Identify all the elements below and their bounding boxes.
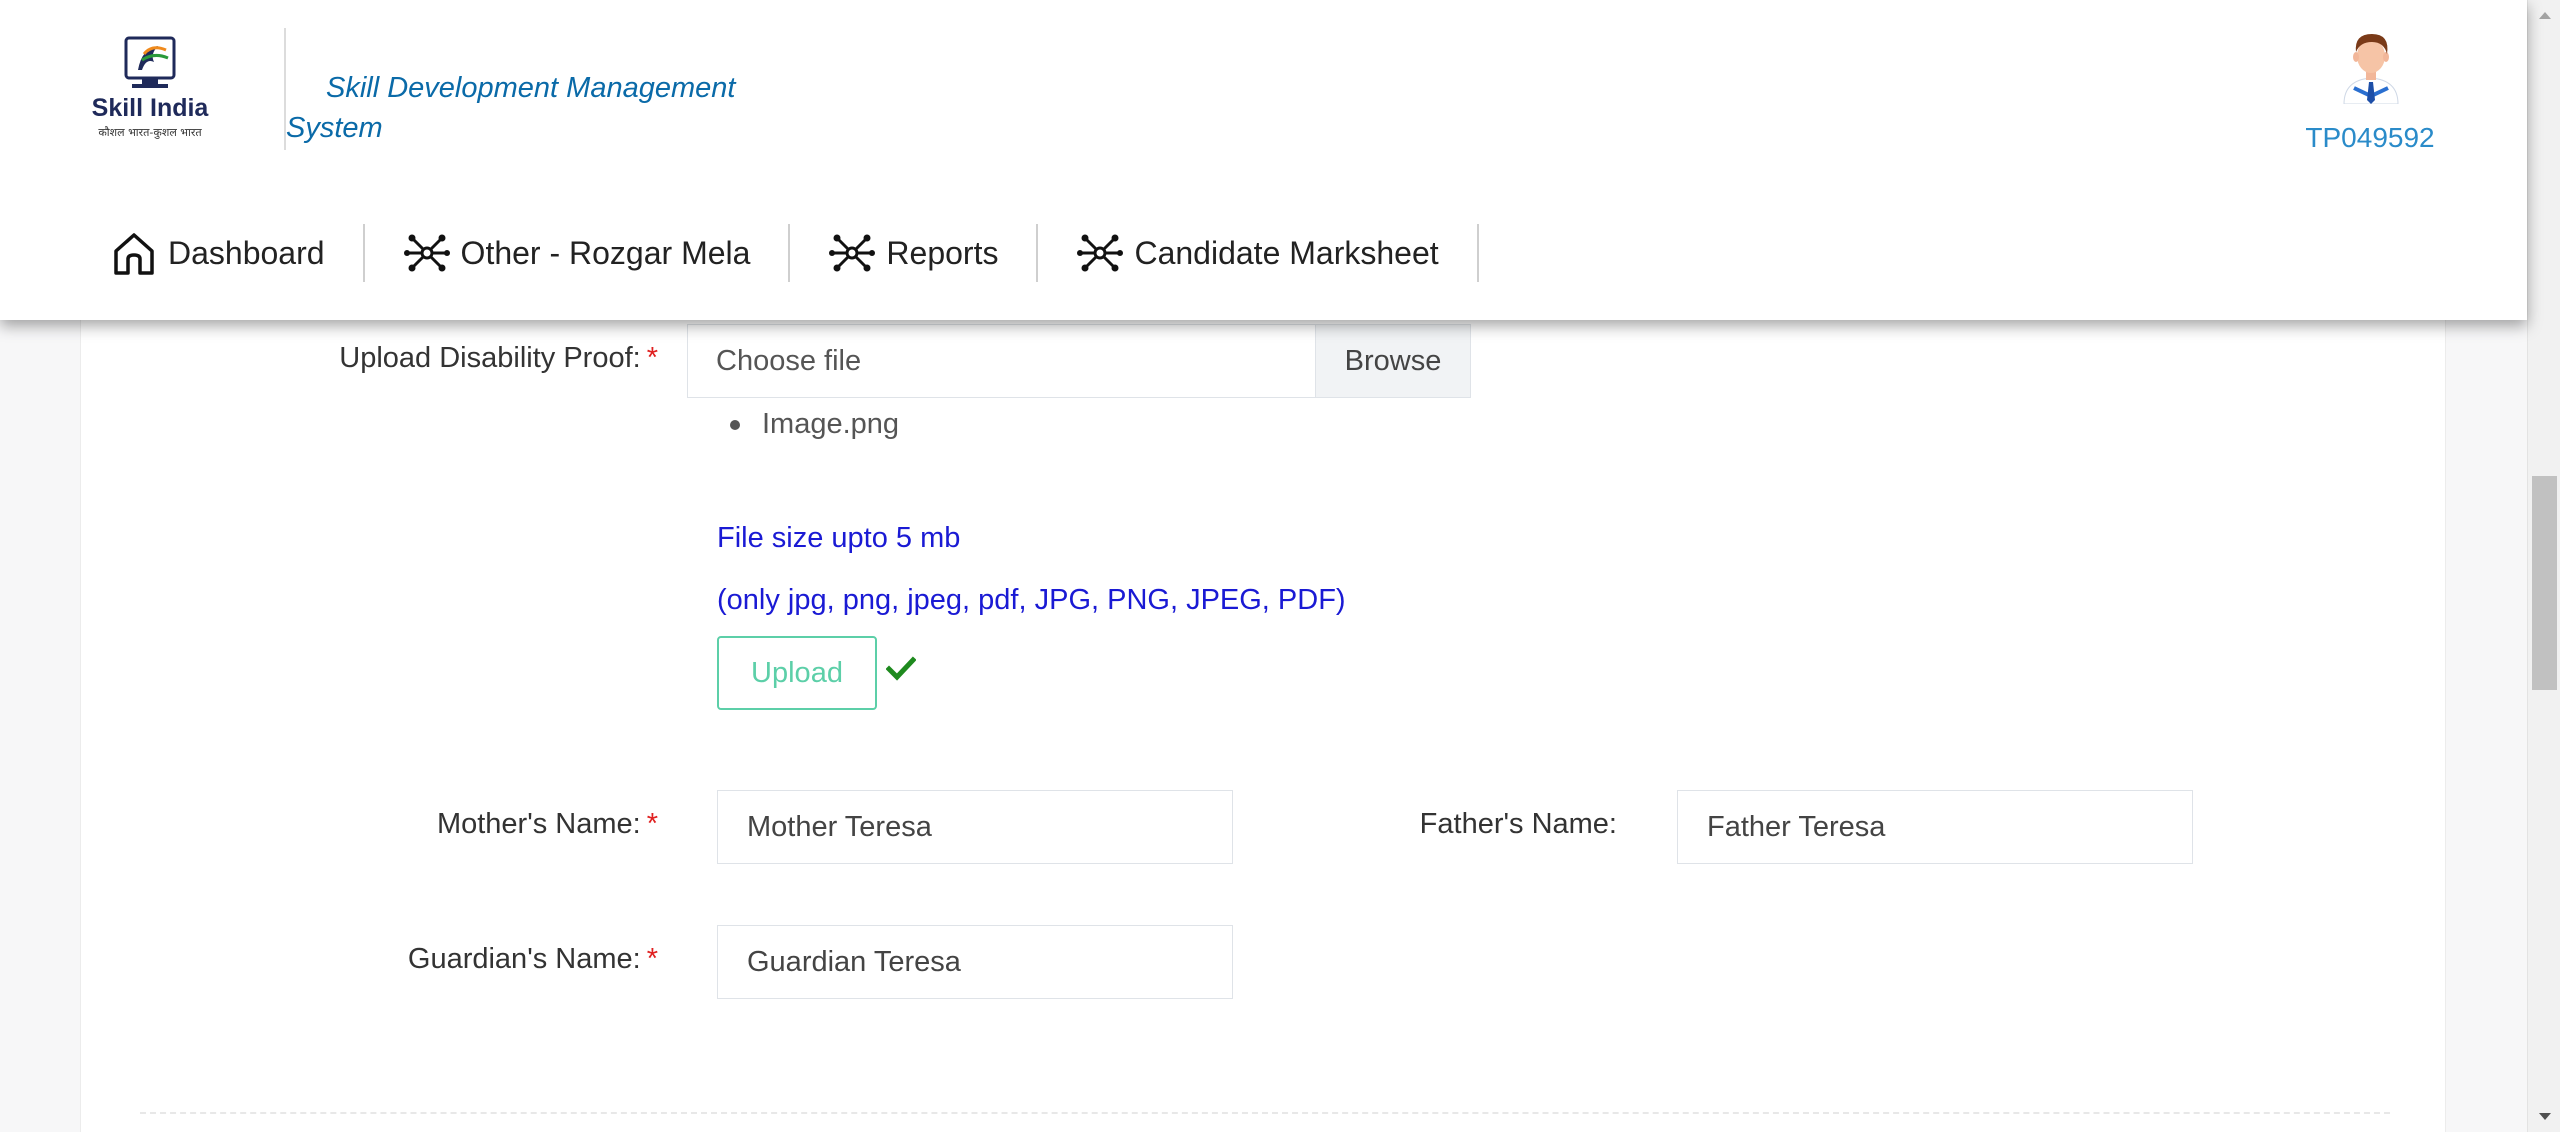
user-avatar-icon[interactable] [2336, 28, 2406, 104]
system-title: Skill Development Management System [286, 68, 786, 148]
nav-other-rozgar-mela-label: Other - Rozgar Mela [460, 234, 751, 271]
mother-name-label: Mother's Name: * [300, 808, 658, 841]
main-nav: Dashboard Other - Rozgar Mela Reports Ca… [100, 220, 1479, 286]
guardian-name-input[interactable]: Guardian Teresa [717, 925, 1233, 999]
section-divider [140, 1112, 2390, 1114]
required-mark: * [646, 943, 658, 975]
nav-candidate-marksheet[interactable]: Candidate Marksheet [1038, 223, 1476, 283]
system-title-line-1: Skill Development Management [326, 72, 736, 104]
network-icon [1077, 234, 1124, 272]
nav-other-rozgar-mela[interactable]: Other - Rozgar Mela [365, 223, 789, 283]
network-icon [403, 234, 450, 272]
father-name-input[interactable]: Father Teresa [1677, 790, 2193, 864]
svg-text:Skill India: Skill India [92, 94, 210, 122]
network-icon [829, 234, 876, 272]
disability-proof-label: Upload Disability Proof: * [300, 342, 658, 375]
home-icon [114, 233, 154, 275]
mother-name-input[interactable]: Mother Teresa [717, 790, 1233, 864]
guardian-name-label-text: Guardian's Name: [407, 943, 641, 975]
user-id[interactable]: TP049592 [2290, 122, 2450, 154]
guardian-name-label: Guardian's Name: * [300, 943, 658, 976]
system-title-line-2: System [286, 112, 383, 144]
vertical-scrollbar[interactable] [2527, 0, 2560, 1132]
disability-proof-file-input[interactable]: Choose file Browse [687, 324, 1471, 398]
father-name-label: Father's Name: [1419, 808, 1617, 840]
nav-reports-label: Reports [886, 234, 999, 271]
scroll-up-arrow-icon[interactable] [2528, 0, 2560, 30]
scroll-down-arrow-icon[interactable] [2528, 1102, 2560, 1132]
nav-reports[interactable]: Reports [790, 223, 1036, 283]
disability-proof-label-text: Upload Disability Proof: [339, 342, 641, 374]
nav-dashboard[interactable]: Dashboard [100, 223, 363, 283]
upload-button[interactable]: Upload [717, 636, 877, 710]
form-card [80, 290, 2446, 1132]
uploaded-file-item: Image.png [732, 408, 899, 441]
file-size-hint: File size upto 5 mb [717, 522, 961, 554]
nav-dashboard-label: Dashboard [168, 234, 325, 271]
top-header: Skill India कौशल भारत-कुशल भारत Skill De… [0, 0, 2527, 320]
uploaded-file-list: Image.png [762, 408, 899, 441]
mother-name-label-text: Mother's Name: [436, 808, 641, 840]
nav-candidate-marksheet-label: Candidate Marksheet [1134, 234, 1439, 271]
required-mark: * [646, 342, 658, 374]
browse-button[interactable]: Browse [1315, 325, 1470, 397]
scrollbar-thumb[interactable] [2532, 476, 2557, 690]
check-icon [886, 656, 916, 681]
file-type-hint: (only jpg, png, jpeg, pdf, JPG, PNG, JPE… [717, 584, 1346, 616]
required-mark: * [646, 808, 658, 840]
skill-india-logo[interactable]: Skill India कौशल भारत-कुशल भारत [80, 34, 226, 146]
nav-separator [1476, 224, 1479, 282]
choose-file-field[interactable]: Choose file [688, 325, 1315, 397]
svg-text:कौशल भारत-कुशल भारत: कौशल भारत-कुशल भारत [98, 126, 202, 139]
